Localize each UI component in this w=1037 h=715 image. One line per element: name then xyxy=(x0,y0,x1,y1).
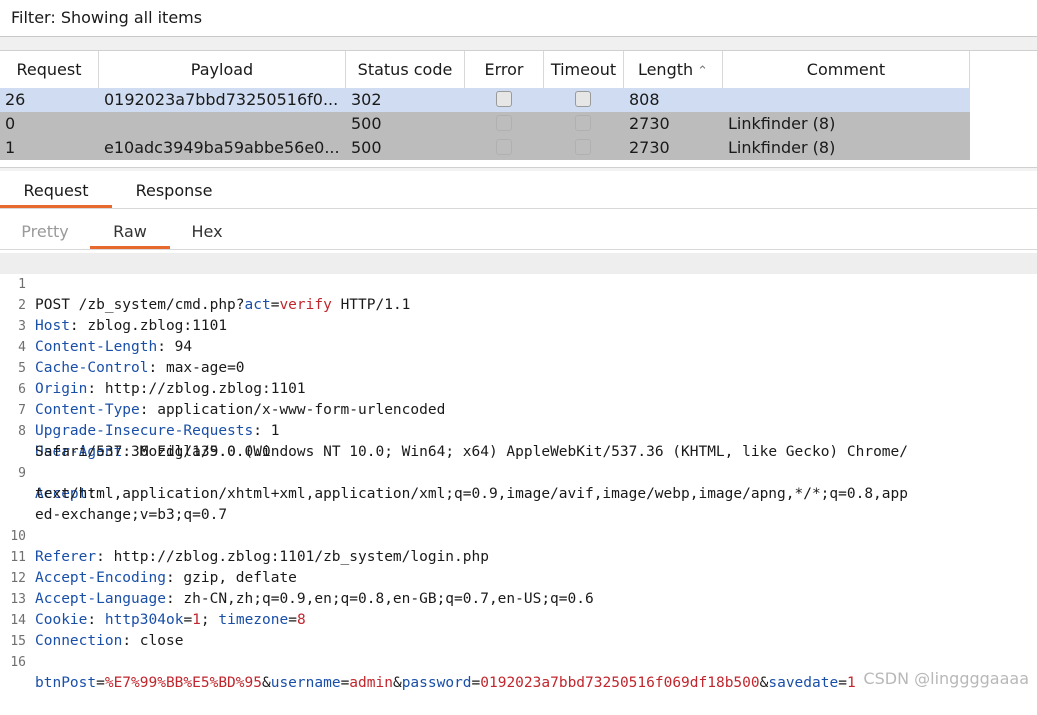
column-comment[interactable]: Comment xyxy=(723,51,970,88)
sort-ascending-icon: ⌃ xyxy=(697,64,709,79)
editor-line: 6 Content-Type: application/x-www-form-u… xyxy=(0,358,1037,418)
editor-line: 3 Content-Length: 94 xyxy=(0,295,1037,355)
request-response-tabs: Request Response xyxy=(0,171,1037,209)
timeout-checkbox[interactable] xyxy=(575,91,591,107)
cell-request: 26 xyxy=(5,90,26,109)
cell-comment: Linkfinder (8) xyxy=(728,138,836,157)
editor-line: 5 Origin: http://zblog.zblog:1101 xyxy=(0,337,1037,397)
editor-line: 9 Accept: xyxy=(0,442,1037,502)
column-comment-label: Comment xyxy=(806,60,886,79)
tab-hex[interactable]: Hex xyxy=(172,209,242,249)
body-param-value: %E7%99%BB%E5%BD%95 xyxy=(104,675,262,691)
editor-line: 11 Accept-Encoding: gzip, deflate xyxy=(0,526,1037,586)
table-row[interactable]: 26 0192023a7bbd73250516f0... 302 808 xyxy=(0,88,970,112)
tab-response[interactable]: Response xyxy=(118,171,230,208)
editor-line: 12 Accept-Language: zh-CN,zh;q=0.9,en;q=… xyxy=(0,547,1037,607)
equals: = xyxy=(96,675,105,691)
column-error[interactable]: Error xyxy=(465,51,544,88)
body-param-value: 1 xyxy=(846,675,856,691)
watermark: CSDN @linggggaaaa xyxy=(863,669,1029,688)
column-status-label: Status code xyxy=(357,60,453,79)
cell-status: 302 xyxy=(351,90,382,109)
editor-line: 7 Upgrade-Insecure-Requests: 1 xyxy=(0,379,1037,439)
column-length-label: Length xyxy=(637,60,694,79)
editor-line: 2 Host: zblog.zblog:1101 xyxy=(0,274,1037,334)
table-row[interactable]: 1 e10adc3949ba59abbe56e0... 500 2730 Lin… xyxy=(0,136,970,160)
editor-line: 15 xyxy=(0,610,1037,649)
editor-line: 8 User-Agent: Mozilla/5.0 (Windows NT 10… xyxy=(0,400,1037,460)
column-error-label: Error xyxy=(484,60,524,79)
tab-raw[interactable]: Raw xyxy=(90,209,170,249)
filter-gap xyxy=(0,37,1037,50)
timeout-checkbox[interactable] xyxy=(575,115,591,131)
table-header: Request Payload Status code Error Timeou… xyxy=(0,51,970,88)
separator: & xyxy=(261,675,271,691)
cell-payload: 0192023a7bbd73250516f0... xyxy=(104,90,339,109)
body-param-value: 0192023a7bbd73250516f069df18b500 xyxy=(480,675,760,691)
line-number: 16 xyxy=(10,655,26,670)
body-param-name: savedate xyxy=(768,675,839,691)
column-length[interactable]: Length ⌃ xyxy=(624,51,723,88)
cell-length: 808 xyxy=(629,90,660,109)
error-checkbox[interactable] xyxy=(496,91,512,107)
view-mode-tabs: Pretty Raw Hex xyxy=(0,209,1037,250)
tab-request[interactable]: Request xyxy=(0,171,112,208)
cell-request: 1 xyxy=(5,138,16,157)
body-param-name: password xyxy=(401,675,472,691)
table-row[interactable]: 0 500 2730 Linkfinder (8) xyxy=(0,112,970,136)
cell-comment: Linkfinder (8) xyxy=(728,114,836,133)
body-param-name: username xyxy=(270,675,341,691)
column-status-code[interactable]: Status code xyxy=(346,51,465,88)
editor-line: 16 btnPost=%E7%99%BB%E5%BD%95&username=a… xyxy=(0,631,1037,691)
separator: & xyxy=(392,675,402,691)
column-payload[interactable]: Payload xyxy=(99,51,346,88)
column-payload-label: Payload xyxy=(190,60,254,79)
column-timeout-label: Timeout xyxy=(550,60,617,79)
body-param-value: admin xyxy=(349,675,393,691)
filter-text[interactable]: Filter: Showing all items xyxy=(11,8,202,27)
equals: = xyxy=(838,675,847,691)
cell-length: 2730 xyxy=(629,114,670,133)
editor-line: 10 Referer: http://zblog.zblog:1101/zb_s… xyxy=(0,505,1037,565)
editor-line: 13 Cookie: http304ok=1; timezone=8 xyxy=(0,568,1037,628)
filter-bar[interactable]: Filter: Showing all items xyxy=(0,0,1037,37)
editor-line: 1 POST /zb_system/cmd.php?act=verify HTT… xyxy=(0,253,1037,313)
tab-pretty[interactable]: Pretty xyxy=(8,209,82,249)
editor-line-wrap: text/html,application/xhtml+xml,applicat… xyxy=(0,463,1037,502)
cell-payload: e10adc3949ba59abbe56e0... xyxy=(104,138,340,157)
editor-line: 14 Connection: close xyxy=(0,589,1037,649)
error-checkbox[interactable] xyxy=(496,115,512,131)
column-timeout[interactable]: Timeout xyxy=(544,51,624,88)
raw-request-editor[interactable]: 1 POST /zb_system/cmd.php?act=verify HTT… xyxy=(0,250,1037,696)
equals: = xyxy=(471,675,481,691)
equals: = xyxy=(340,675,350,691)
cell-status: 500 xyxy=(351,114,382,133)
editor-line-wrap: ed-exchange;v=b3;q=0.7 xyxy=(0,484,1037,523)
error-checkbox[interactable] xyxy=(496,139,512,155)
editor-line-wrap: Safari/537.36 Edg/139.0.0.0 xyxy=(0,421,1037,460)
timeout-checkbox[interactable] xyxy=(575,139,591,155)
cell-payload xyxy=(104,112,340,136)
cell-length: 2730 xyxy=(629,138,670,157)
line-content: btnPost=%E7%99%BB%E5%BD%95&username=admi… xyxy=(35,673,856,694)
cell-status: 500 xyxy=(351,138,382,157)
cell-request: 0 xyxy=(5,114,16,133)
column-request[interactable]: Request xyxy=(0,51,99,88)
body-param-name: btnPost xyxy=(35,675,97,691)
results-table: Request Payload Status code Error Timeou… xyxy=(0,50,1037,169)
editor-line: 4 Cache-Control: max-age=0 xyxy=(0,316,1037,376)
column-request-label: Request xyxy=(16,60,82,79)
